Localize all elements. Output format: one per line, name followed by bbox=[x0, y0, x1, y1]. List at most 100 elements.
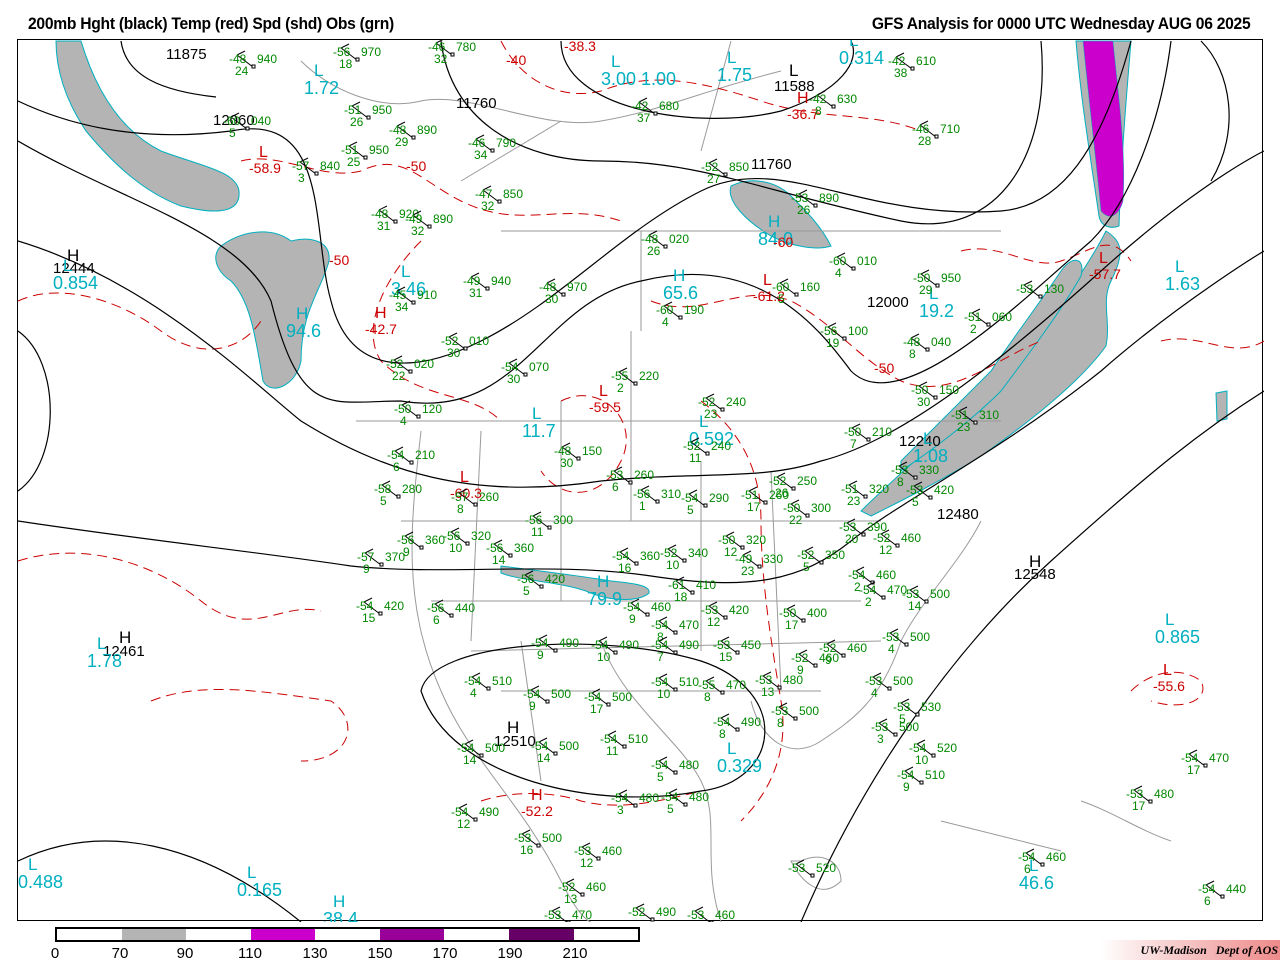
colorbar-segment bbox=[121, 929, 187, 940]
station-observation: -54 49010 bbox=[591, 636, 639, 664]
obs-height: 010 bbox=[469, 334, 489, 348]
obs-dewpoint-depression: 11 bbox=[689, 451, 702, 465]
obs-dewpoint-depression: 8 bbox=[815, 104, 822, 118]
obs-height: 320 bbox=[869, 482, 889, 496]
obs-height: 260 bbox=[634, 468, 654, 482]
temperature-label: -52.2 bbox=[521, 803, 553, 819]
station-observation: -50 1204 bbox=[394, 400, 442, 428]
station-marker-icon bbox=[863, 494, 868, 499]
obs-height: 060 bbox=[992, 310, 1012, 324]
height-label: 11760 bbox=[456, 95, 497, 112]
obs-height: 460 bbox=[847, 641, 867, 655]
station-marker-icon bbox=[547, 525, 552, 530]
station-marker-icon bbox=[473, 502, 478, 507]
obs-dewpoint-depression: 12 bbox=[879, 543, 893, 557]
speed-value-label: 94.6 bbox=[286, 321, 321, 341]
obs-dewpoint-depression: 5 bbox=[229, 126, 236, 140]
station-marker-icon bbox=[497, 199, 502, 204]
station-observation: -55 2202 bbox=[611, 367, 659, 395]
obs-dewpoint-depression: 2 bbox=[970, 322, 977, 336]
station-marker-icon bbox=[566, 920, 571, 922]
wind-speed-colorbar bbox=[55, 927, 640, 942]
station-observation: -58 2805 bbox=[374, 480, 422, 508]
obs-height: 340 bbox=[688, 546, 708, 560]
station-observation: -53 130 bbox=[1016, 280, 1064, 299]
station-marker-icon bbox=[427, 224, 432, 229]
obs-height: 490 bbox=[656, 905, 676, 919]
station-observation: -42 68037 bbox=[631, 97, 679, 125]
obs-height: 480 bbox=[689, 790, 709, 804]
obs-height: 210 bbox=[415, 448, 435, 462]
obs-height: 350 bbox=[825, 548, 845, 562]
obs-height: 610 bbox=[916, 54, 936, 68]
obs-height: 510 bbox=[679, 675, 699, 689]
obs-dewpoint-depression: 5 bbox=[687, 503, 694, 517]
obs-height: 950 bbox=[941, 271, 961, 285]
obs-dewpoint-depression: 30 bbox=[447, 346, 461, 360]
obs-dewpoint-depression: 23 bbox=[847, 494, 861, 508]
station-marker-icon bbox=[314, 171, 319, 176]
station-observation: -60 1605 bbox=[772, 278, 820, 306]
obs-height: 680 bbox=[659, 99, 679, 113]
obs-dewpoint-depression: 37 bbox=[637, 111, 651, 125]
station-marker-icon bbox=[490, 148, 495, 153]
obs-height: 500 bbox=[542, 831, 562, 845]
colorbar-tick-label: 170 bbox=[432, 945, 458, 962]
obs-height: 480 bbox=[783, 673, 803, 687]
obs-height: 500 bbox=[910, 630, 930, 644]
obs-height: 890 bbox=[819, 191, 839, 205]
station-observation: -50 30022 bbox=[783, 499, 831, 527]
obs-dewpoint-depression: 8 bbox=[704, 690, 711, 704]
station-marker-icon bbox=[690, 590, 695, 595]
speed-value-label: 79.9 bbox=[587, 589, 622, 609]
obs-height: 500 bbox=[893, 674, 913, 688]
obs-dewpoint-depression: 23 bbox=[741, 564, 755, 578]
station-marker-icon bbox=[740, 545, 745, 550]
obs-height: 850 bbox=[729, 160, 749, 174]
obs-dewpoint-depression: 26 bbox=[350, 115, 364, 129]
station-marker-icon bbox=[928, 495, 933, 500]
obs-height: 310 bbox=[979, 408, 999, 422]
station-observation: -54 47017 bbox=[1181, 749, 1229, 777]
obs-height: 330 bbox=[763, 552, 783, 566]
station-observation: -56 97018 bbox=[333, 43, 381, 71]
station-marker-icon bbox=[709, 920, 714, 922]
station-observation: -54 36016 bbox=[612, 547, 660, 575]
obs-dewpoint-depression: 34 bbox=[395, 300, 409, 314]
obs-dewpoint-depression: 26 bbox=[775, 486, 789, 500]
station-observation: -52 01030 bbox=[441, 332, 489, 360]
station-observation: -42 6308 bbox=[809, 90, 857, 118]
station-marker-icon bbox=[813, 203, 818, 208]
station-observation: -54 4908 bbox=[713, 713, 761, 741]
obs-height: 710 bbox=[940, 122, 960, 136]
obs-dewpoint-depression: 1 bbox=[639, 499, 646, 513]
station-marker-icon bbox=[553, 648, 558, 653]
obs-dewpoint-depression: 14 bbox=[492, 553, 506, 567]
station-marker-icon bbox=[931, 753, 936, 758]
station-observation: -51 0602 bbox=[964, 308, 1012, 336]
station-observation: -54 2905 bbox=[681, 489, 729, 517]
station-marker-icon bbox=[366, 115, 371, 120]
obs-height: 950 bbox=[372, 103, 392, 117]
station-observation: -54 2106 bbox=[387, 446, 435, 474]
low-center-marker: L bbox=[789, 61, 798, 80]
station-marker-icon bbox=[622, 744, 627, 749]
speed-value-label: 0.854 bbox=[53, 273, 98, 293]
station-marker-icon bbox=[379, 562, 384, 567]
station-observation: -54 51011 bbox=[600, 730, 648, 758]
speed-value-label: 1.72 bbox=[304, 78, 339, 98]
obs-height: 160 bbox=[800, 280, 820, 294]
obs-dewpoint-depression: 5 bbox=[657, 770, 664, 784]
obs-dewpoint-depression: 26 bbox=[797, 203, 811, 217]
station-marker-icon bbox=[634, 561, 639, 566]
obs-height: 310 bbox=[661, 487, 681, 501]
station-observation: -56 3101 bbox=[633, 485, 681, 513]
obs-height: 500 bbox=[559, 739, 579, 753]
obs-height: 460 bbox=[901, 531, 921, 545]
colorbar-tick-label: 190 bbox=[497, 945, 523, 962]
obs-height: 260 bbox=[479, 490, 499, 504]
station-marker-icon bbox=[561, 292, 566, 297]
obs-height: 470 bbox=[679, 618, 699, 632]
station-marker-icon bbox=[416, 414, 421, 419]
station-observation: -52 4609 bbox=[819, 639, 867, 667]
